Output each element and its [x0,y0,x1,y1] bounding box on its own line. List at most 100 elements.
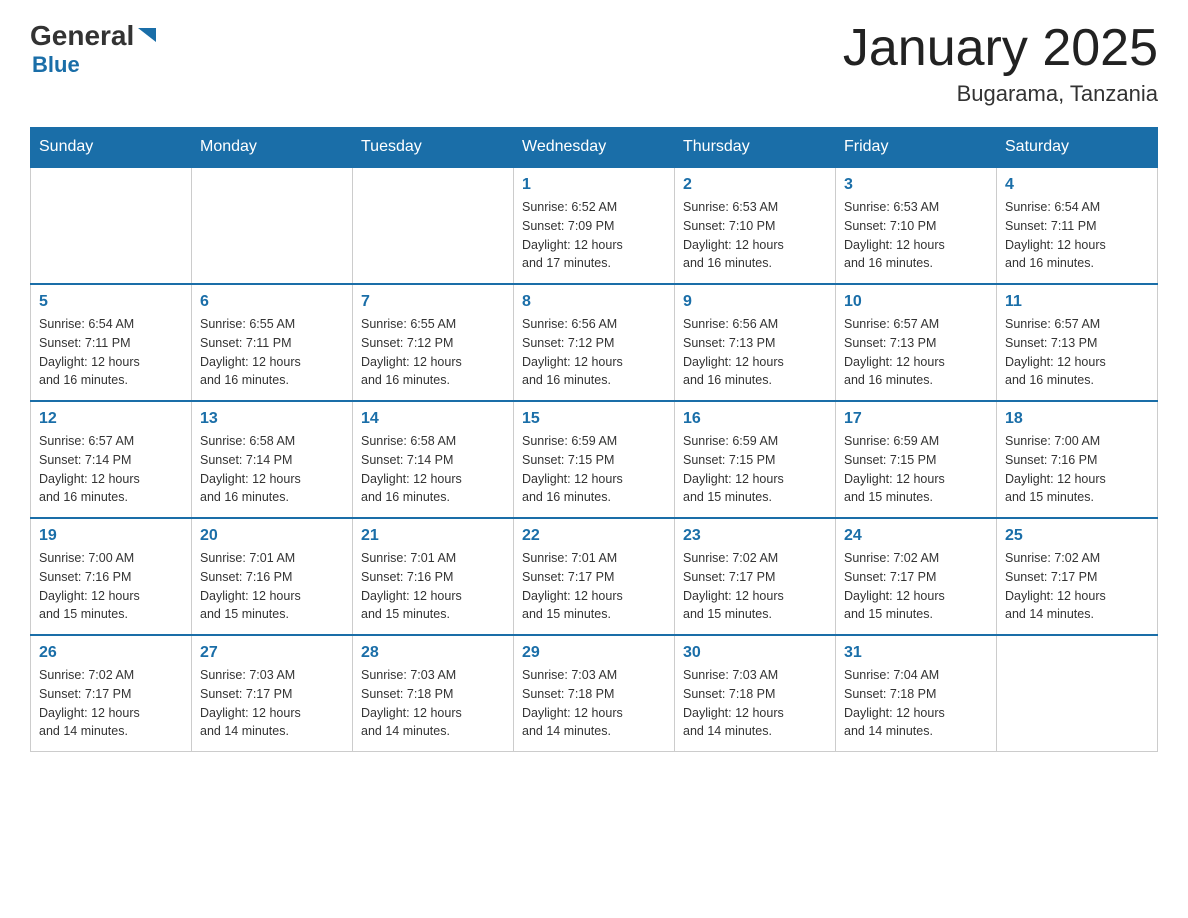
days-of-week-row: SundayMondayTuesdayWednesdayThursdayFrid… [31,128,1158,168]
calendar-cell: 24 Sunrise: 7:02 AMSunset: 7:17 PMDayligh… [836,518,997,635]
calendar-body: 1Sunrise: 6:52 AMSunset: 7:09 PMDaylight… [31,167,1158,752]
week-row-1: 1Sunrise: 6:52 AMSunset: 7:09 PMDaylight… [31,167,1158,284]
day-info: Sunrise: 7:02 AMSunset: 7:17 PMDaylight:… [683,549,827,624]
week-row-3: 12 Sunrise: 6:57 AMSunset: 7:14 PMDayligh… [31,401,1158,518]
day-number: 31 [844,644,988,662]
calendar-cell: 11 Sunrise: 6:57 AMSunset: 7:13 PMDayligh… [997,284,1158,401]
calendar-cell: 25 Sunrise: 7:02 AMSunset: 7:17 PMDayligh… [997,518,1158,635]
day-header-monday: Monday [192,128,353,168]
day-info: Sunrise: 6:54 AMSunset: 7:11 PMDaylight:… [1005,198,1149,273]
calendar-cell: 28Sunrise: 7:03 AMSunset: 7:18 PMDayligh… [353,635,514,752]
day-number: 20 [200,527,344,545]
day-number: 16 [683,410,827,428]
calendar-table: SundayMondayTuesdayWednesdayThursdayFrid… [30,127,1158,752]
day-info: Sunrise: 6:56 AMSunset: 7:12 PMDaylight:… [522,315,666,390]
day-info: Sunrise: 7:02 AMSunset: 7:17 PMDaylight:… [39,666,183,741]
day-info: Sunrise: 6:59 AMSunset: 7:15 PMDaylight:… [522,432,666,507]
day-info: Sunrise: 7:00 AMSunset: 7:16 PMDaylight:… [39,549,183,624]
day-number: 12 [39,410,183,428]
day-number: 23 [683,527,827,545]
day-info: Sunrise: 6:57 AMSunset: 7:14 PMDaylight:… [39,432,183,507]
day-info: Sunrise: 7:02 AMSunset: 7:17 PMDaylight:… [1005,549,1149,624]
day-number: 27 [200,644,344,662]
calendar-cell: 10 Sunrise: 6:57 AMSunset: 7:13 PMDayligh… [836,284,997,401]
day-info: Sunrise: 7:03 AMSunset: 7:17 PMDaylight:… [200,666,344,741]
day-info: Sunrise: 6:57 AMSunset: 7:13 PMDaylight:… [844,315,988,390]
calendar-header: SundayMondayTuesdayWednesdayThursdayFrid… [31,128,1158,168]
day-number: 26 [39,644,183,662]
day-number: 11 [1005,293,1149,311]
day-number: 29 [522,644,666,662]
day-info: Sunrise: 7:00 AMSunset: 7:16 PMDaylight:… [1005,432,1149,507]
calendar-cell: 22 Sunrise: 7:01 AMSunset: 7:17 PMDayligh… [514,518,675,635]
logo-triangle-icon [136,24,158,46]
day-number: 5 [39,293,183,311]
day-info: Sunrise: 6:53 AMSunset: 7:10 PMDaylight:… [844,198,988,273]
day-info: Sunrise: 6:54 AMSunset: 7:11 PMDaylight:… [39,315,183,390]
calendar-cell [192,167,353,284]
day-number: 19 [39,527,183,545]
calendar-cell: 14 Sunrise: 6:58 AMSunset: 7:14 PMDayligh… [353,401,514,518]
calendar-cell: 1Sunrise: 6:52 AMSunset: 7:09 PMDaylight… [514,167,675,284]
day-number: 24 [844,527,988,545]
day-number: 6 [200,293,344,311]
calendar-cell: 27 Sunrise: 7:03 AMSunset: 7:17 PMDayligh… [192,635,353,752]
day-info: Sunrise: 7:01 AMSunset: 7:17 PMDaylight:… [522,549,666,624]
week-row-2: 5 Sunrise: 6:54 AMSunset: 7:11 PMDaylight… [31,284,1158,401]
week-row-5: 26 Sunrise: 7:02 AMSunset: 7:17 PMDayligh… [31,635,1158,752]
calendar-cell: 16 Sunrise: 6:59 AMSunset: 7:15 PMDayligh… [675,401,836,518]
logo: General Blue [30,20,158,78]
day-info: Sunrise: 7:03 AMSunset: 7:18 PMDaylight:… [522,666,666,741]
day-header-saturday: Saturday [997,128,1158,168]
day-info: Sunrise: 6:59 AMSunset: 7:15 PMDaylight:… [683,432,827,507]
calendar-cell [997,635,1158,752]
day-info: Sunrise: 6:55 AMSunset: 7:11 PMDaylight:… [200,315,344,390]
calendar-cell: 13 Sunrise: 6:58 AMSunset: 7:14 PMDayligh… [192,401,353,518]
day-info: Sunrise: 6:53 AMSunset: 7:10 PMDaylight:… [683,198,827,273]
day-info: Sunrise: 6:57 AMSunset: 7:13 PMDaylight:… [1005,315,1149,390]
day-number: 21 [361,527,505,545]
calendar-title: January 2025 [843,20,1158,77]
day-info: Sunrise: 6:58 AMSunset: 7:14 PMDaylight:… [200,432,344,507]
calendar-cell: 21 Sunrise: 7:01 AMSunset: 7:16 PMDayligh… [353,518,514,635]
day-number: 9 [683,293,827,311]
day-number: 3 [844,176,988,194]
calendar-cell: 6 Sunrise: 6:55 AMSunset: 7:11 PMDaylight… [192,284,353,401]
day-header-tuesday: Tuesday [353,128,514,168]
calendar-subtitle: Bugarama, Tanzania [843,81,1158,107]
day-header-thursday: Thursday [675,128,836,168]
day-number: 13 [200,410,344,428]
title-block: January 2025 Bugarama, Tanzania [843,20,1158,107]
day-number: 10 [844,293,988,311]
logo-general: General [30,20,134,52]
day-number: 22 [522,527,666,545]
calendar-cell: 9 Sunrise: 6:56 AMSunset: 7:13 PMDaylight… [675,284,836,401]
day-info: Sunrise: 7:02 AMSunset: 7:17 PMDaylight:… [844,549,988,624]
day-number: 15 [522,410,666,428]
calendar-cell: 12 Sunrise: 6:57 AMSunset: 7:14 PMDayligh… [31,401,192,518]
day-info: Sunrise: 7:01 AMSunset: 7:16 PMDaylight:… [361,549,505,624]
day-number: 17 [844,410,988,428]
logo-blue: Blue [32,52,80,77]
day-info: Sunrise: 6:58 AMSunset: 7:14 PMDaylight:… [361,432,505,507]
calendar-cell: 31 Sunrise: 7:04 AMSunset: 7:18 PMDayligh… [836,635,997,752]
calendar-cell: 4Sunrise: 6:54 AMSunset: 7:11 PMDaylight… [997,167,1158,284]
page-header: General Blue January 2025 Bugarama, Tanz… [30,20,1158,107]
calendar-cell: 7Sunrise: 6:55 AMSunset: 7:12 PMDaylight… [353,284,514,401]
calendar-cell: 2 Sunrise: 6:53 AMSunset: 7:10 PMDaylight… [675,167,836,284]
calendar-cell: 8Sunrise: 6:56 AMSunset: 7:12 PMDaylight… [514,284,675,401]
calendar-cell: 20 Sunrise: 7:01 AMSunset: 7:16 PMDayligh… [192,518,353,635]
day-info: Sunrise: 6:56 AMSunset: 7:13 PMDaylight:… [683,315,827,390]
calendar-cell: 17Sunrise: 6:59 AMSunset: 7:15 PMDayligh… [836,401,997,518]
calendar-cell [31,167,192,284]
day-number: 1 [522,176,666,194]
day-info: Sunrise: 7:01 AMSunset: 7:16 PMDaylight:… [200,549,344,624]
day-info: Sunrise: 7:04 AMSunset: 7:18 PMDaylight:… [844,666,988,741]
day-number: 14 [361,410,505,428]
day-number: 25 [1005,527,1149,545]
calendar-cell: 23 Sunrise: 7:02 AMSunset: 7:17 PMDayligh… [675,518,836,635]
calendar-cell: 5 Sunrise: 6:54 AMSunset: 7:11 PMDaylight… [31,284,192,401]
day-number: 18 [1005,410,1149,428]
day-number: 2 [683,176,827,194]
day-number: 28 [361,644,505,662]
